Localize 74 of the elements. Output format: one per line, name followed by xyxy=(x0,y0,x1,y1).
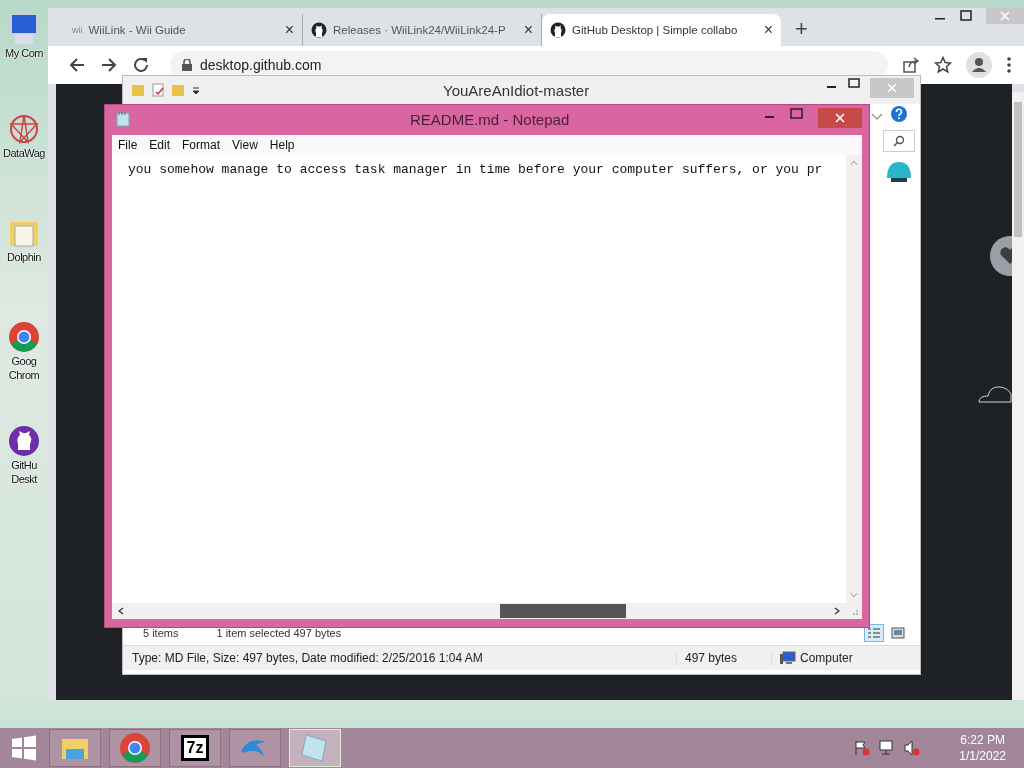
menu-item[interactable]: View xyxy=(226,138,264,152)
vertical-scrollbar[interactable] xyxy=(846,155,862,603)
details-list-icon xyxy=(867,627,881,639)
network-icon[interactable] xyxy=(879,740,896,756)
close-icon[interactable] xyxy=(818,108,862,128)
scroll-right-icon xyxy=(834,607,840,615)
github-icon[interactable] xyxy=(7,424,41,458)
close-tab-button[interactable]: × xyxy=(523,21,533,39)
close-tab-button[interactable]: × xyxy=(763,21,773,39)
large-icons-view-button[interactable] xyxy=(888,624,908,642)
forward-arrow-icon[interactable] xyxy=(100,56,118,74)
maximize-icon[interactable] xyxy=(848,78,860,90)
close-tab-button[interactable]: × xyxy=(284,21,294,39)
new-tab-button[interactable]: + xyxy=(795,16,808,42)
desktop-icon-label[interactable]: My Com xyxy=(0,46,48,60)
document-text: you somehow manage to access task manager in time before your computer suffers, or you pr xyxy=(128,162,823,177)
selection-info: 1 item selected 497 bytes xyxy=(216,627,342,639)
favicon-logo: wii xyxy=(72,25,83,35)
menu-item[interactable]: Help xyxy=(263,138,301,152)
menu-item[interactable]: Edit xyxy=(143,138,177,152)
scrollbar-thumb[interactable] xyxy=(1014,102,1022,237)
picture-icon xyxy=(891,627,905,639)
menu-item[interactable]: File xyxy=(112,138,144,152)
computer-icon[interactable] xyxy=(7,12,41,46)
chrome-icon[interactable] xyxy=(7,320,41,354)
tab-title: WiiLink - Wii Guide xyxy=(88,24,187,36)
menu-icon[interactable] xyxy=(1006,56,1012,74)
file-size: 497 bytes xyxy=(676,651,771,665)
search-button[interactable] xyxy=(883,130,915,152)
shell-icon[interactable] xyxy=(885,160,913,182)
details-view-button[interactable] xyxy=(864,624,884,642)
desktop-icon-label[interactable]: GitHu Deskt xyxy=(0,458,48,486)
notepad-icon xyxy=(116,111,130,127)
cloud-drawing xyxy=(978,384,1012,404)
search-icon xyxy=(893,135,905,147)
star-drawing-icon[interactable] xyxy=(7,112,41,146)
lock-icon xyxy=(182,59,192,71)
tab-title: Releases · WiiLink24/WiiLink24-P xyxy=(333,24,507,36)
window-title: README.md - Notepad xyxy=(410,110,570,128)
folder-taskbar-button[interactable] xyxy=(49,729,101,767)
scroll-down-icon xyxy=(850,592,858,598)
start-button-icon[interactable] xyxy=(11,735,37,761)
item-count: 5 items xyxy=(143,627,179,639)
scrollbar[interactable] xyxy=(1012,92,1024,700)
profile-icon[interactable] xyxy=(966,52,992,78)
chevron-down-icon[interactable] xyxy=(871,112,883,122)
maximize-icon[interactable] xyxy=(960,10,972,22)
desktop-icon-label[interactable]: Dolphin xyxy=(0,250,48,264)
tab-title: GitHub Desktop | Simple collabo xyxy=(572,24,739,36)
speaker-muted-icon[interactable] xyxy=(904,740,921,756)
menu-item[interactable]: Format xyxy=(176,138,227,152)
scroll-left-icon xyxy=(118,607,124,615)
share-icon[interactable] xyxy=(902,56,920,74)
desktop-icon-label[interactable]: Goog Chrom xyxy=(0,354,48,382)
help-icon[interactable] xyxy=(891,106,907,122)
desktop-icon-label[interactable]: DataWag xyxy=(0,146,48,160)
window-title: YouAreAnIdiot-master xyxy=(443,81,590,99)
flag-error-icon[interactable] xyxy=(854,740,871,756)
sevenzip-taskbar-button[interactable]: 7z xyxy=(169,729,221,767)
url-text: desktop.github.com xyxy=(200,57,322,73)
star-icon[interactable] xyxy=(934,56,952,74)
scrollbar-thumb[interactable] xyxy=(499,604,626,618)
github-icon xyxy=(311,22,327,38)
location-label: Computer xyxy=(800,651,853,665)
reload-icon[interactable] xyxy=(132,56,150,74)
chrome-taskbar-button[interactable] xyxy=(109,729,161,767)
browser-tab[interactable]: GitHub Desktop | Simple collabo × xyxy=(542,14,781,46)
github-icon xyxy=(550,22,566,38)
chrome-icon xyxy=(118,731,152,765)
computer-icon xyxy=(780,651,796,665)
file-details: Type: MD File, Size: 497 bytes, Date modified: 2/25/2016 1:04 AM xyxy=(131,651,484,665)
back-arrow-icon[interactable] xyxy=(68,56,86,74)
scroll-up-icon xyxy=(850,160,858,166)
document-icon[interactable] xyxy=(151,83,165,97)
